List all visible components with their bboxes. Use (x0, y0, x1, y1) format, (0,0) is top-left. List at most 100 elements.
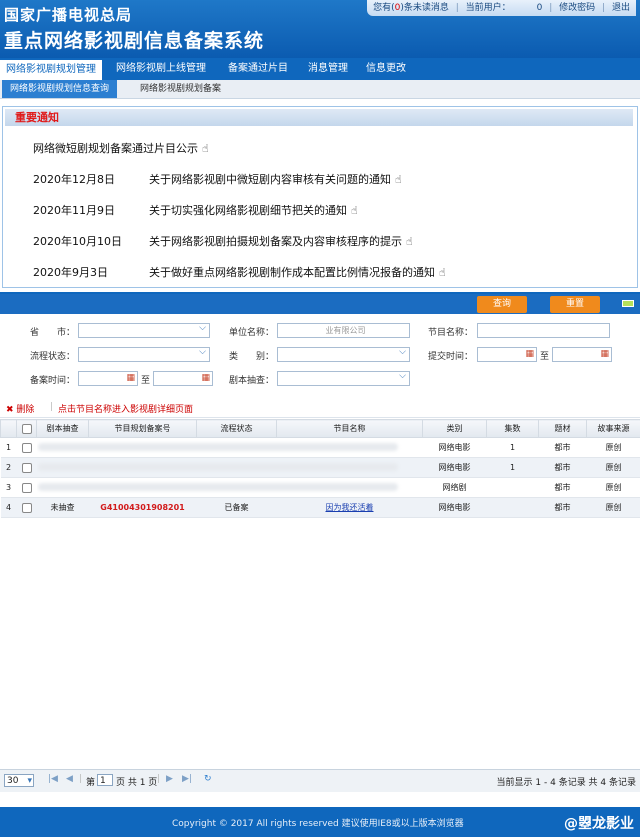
notice-text: 关于做好重点网络影视剧制作成本配置比例情况报备的通知 (149, 266, 435, 279)
page-size-select[interactable]: 30 ▾ (4, 774, 34, 787)
notice-item[interactable]: 2020年12月8日 关于网络影视剧中微短剧内容审核有关问题的通知 ☝ (33, 171, 402, 187)
row-select[interactable] (16, 437, 37, 458)
table-row[interactable]: 2 网络电影 1 都市 原创 (0, 457, 640, 478)
notice-item[interactable]: 2020年9月3日 关于做好重点网络影视剧制作成本配置比例情况报备的通知 ☝ (33, 264, 446, 280)
province-select[interactable] (78, 322, 210, 338)
category-select[interactable] (277, 346, 410, 362)
col-episodes[interactable]: 集数 (486, 419, 539, 438)
pointing-hand-icon: ☝ (395, 173, 402, 186)
record-time-from[interactable] (78, 371, 138, 386)
divider: | (602, 3, 606, 13)
notice-item[interactable]: 2020年10月10日 关于网络影视剧拍摄规划备案及内容审核程序的提示 ☝ (33, 233, 413, 249)
divider: | (50, 402, 54, 412)
org-input[interactable]: 业有限公司 (277, 323, 410, 338)
chevron-down-icon: ▾ (27, 776, 32, 786)
tab-planning-management[interactable]: 网络影视剧规划管理 (0, 58, 102, 80)
table-row[interactable]: 1 网络电影 1 都市 原创 (0, 437, 640, 458)
checkbox-icon[interactable] (21, 482, 32, 493)
pagination-bar: 30 ▾ |◀ ◀ | 第 1 页 共 1 页 | ▶ ▶| ↻ 当前显示 1 -… (0, 769, 640, 792)
col-status[interactable]: 流程状态 (196, 419, 277, 438)
pointing-hand-icon: ☝ (202, 142, 209, 155)
divider: | (455, 3, 459, 13)
grid-hint: 点击节目名称进入影视剧详细页面 (58, 405, 194, 415)
submit-time-to[interactable] (552, 347, 612, 362)
col-category[interactable]: 类别 (422, 419, 487, 438)
redaction (37, 442, 398, 451)
next-page-icon[interactable]: ▶ (166, 774, 173, 784)
page-total: 页 共 1 页 (116, 778, 158, 788)
status-select[interactable] (78, 346, 210, 362)
submit-time-label: 提交时间： (428, 352, 474, 362)
row-category: 网络电影 (422, 457, 487, 478)
row-episodes: 1 (486, 437, 539, 458)
to-label: 至 (141, 376, 151, 386)
row-select[interactable] (16, 497, 37, 518)
record-time-to[interactable] (153, 371, 213, 386)
row-index: 4 (0, 497, 17, 518)
status-label: 流程状态： (30, 352, 76, 362)
tab-messages[interactable]: 消息管理 (302, 58, 354, 80)
notice-item[interactable]: 2020年11月9日 关于切实强化网络影视剧细节把关的通知 ☝ (33, 202, 358, 218)
table-row[interactable]: 3 网络剧 都市 原创 (0, 477, 640, 498)
row-category: 网络电影 (422, 437, 487, 458)
redacted-cells (36, 437, 423, 458)
col-record-code[interactable]: 节目规划备案号 (88, 419, 197, 438)
grid-toolbar: ✖ 删除 | 点击节目名称进入影视剧详细页面 (0, 400, 640, 418)
notice-title: 重要通知 (5, 109, 633, 126)
col-source[interactable]: 故事来源 (586, 419, 640, 438)
checkbox-icon[interactable] (21, 462, 32, 473)
notice-text: 关于网络影视剧中微短剧内容审核有关问题的通知 (149, 173, 391, 186)
last-page-icon[interactable]: ▶| (182, 774, 192, 784)
row-index: 3 (0, 477, 17, 498)
current-user-label: 当前用户： (465, 3, 511, 13)
subtab-planning-query[interactable]: 网络影视剧规划信息查询 (2, 80, 118, 98)
subtab-planning-record[interactable]: 网络影视剧规划备案 (132, 80, 229, 98)
refresh-icon[interactable]: ↻ (204, 774, 212, 784)
checkbox-icon[interactable] (21, 442, 32, 453)
system-title: 重点网络影视剧信息备案系统 (4, 30, 265, 52)
notice-item[interactable]: 网络微短剧规划备案通过片目公示 ☝ (33, 140, 209, 156)
row-source: 原创 (586, 457, 640, 478)
program-name-link[interactable]: 因为我还活着 (326, 503, 374, 512)
first-page-icon[interactable]: |◀ (48, 774, 58, 784)
province-label: 省 市： (30, 328, 76, 338)
tab-approved-list[interactable]: 备案通过片目 (222, 58, 294, 80)
tab-online-management[interactable]: 网络影视剧上线管理 (110, 58, 212, 80)
row-theme: 都市 (538, 457, 587, 478)
app-footer: Copyright © 2017 All rights reserved 建议使… (0, 807, 640, 837)
col-program-name[interactable]: 节目名称 (276, 419, 423, 438)
reset-button[interactable]: 重置 (550, 296, 600, 313)
row-source: 原创 (586, 477, 640, 498)
query-button[interactable]: 查询 (477, 296, 527, 313)
checkbox-icon[interactable] (21, 502, 32, 513)
record-table: 剧本抽查 节目规划备案号 流程状态 节目名称 类别 集数 题材 故事来源 1 网… (0, 419, 640, 518)
row-program-name[interactable]: 因为我还活着 (276, 497, 423, 518)
table-header-row: 剧本抽查 节目规划备案号 流程状态 节目名称 类别 集数 题材 故事来源 (0, 419, 640, 438)
row-theme: 都市 (538, 497, 587, 518)
checkbox-icon[interactable] (21, 423, 32, 434)
submit-time-from[interactable] (477, 347, 537, 362)
category-label: 类 别： (229, 352, 275, 362)
table-row[interactable]: 4 未抽查 G41004301908201 已备案 因为我还活着 网络电影 都市… (0, 497, 640, 518)
divider: | (549, 3, 553, 13)
row-script-check: 未抽查 (36, 497, 89, 518)
collapse-toggle-icon[interactable] (622, 300, 634, 307)
pointing-hand-icon: ☝ (351, 204, 358, 217)
row-select[interactable] (16, 477, 37, 498)
row-select[interactable] (16, 457, 37, 478)
col-theme[interactable]: 题材 (538, 419, 587, 438)
row-record-code: G41004301908201 (88, 497, 197, 518)
title-input[interactable] (477, 323, 610, 338)
tab-info-change[interactable]: 信息更改 (360, 58, 412, 80)
change-password-link[interactable]: 修改密码 (559, 3, 595, 13)
page-number-input[interactable]: 1 (97, 774, 113, 786)
prev-page-icon[interactable]: ◀ (66, 774, 73, 784)
org-name: 国家广播电视总局 (4, 6, 133, 24)
delete-button[interactable]: ✖ 删除 (6, 402, 34, 415)
col-select-all[interactable] (16, 419, 37, 438)
record-time-label: 备案时间： (30, 376, 76, 386)
logout-link[interactable]: 退出 (612, 3, 630, 13)
row-category: 网络剧 (422, 477, 487, 498)
script-check-select[interactable] (277, 370, 410, 386)
col-script-check[interactable]: 剧本抽查 (36, 419, 89, 438)
